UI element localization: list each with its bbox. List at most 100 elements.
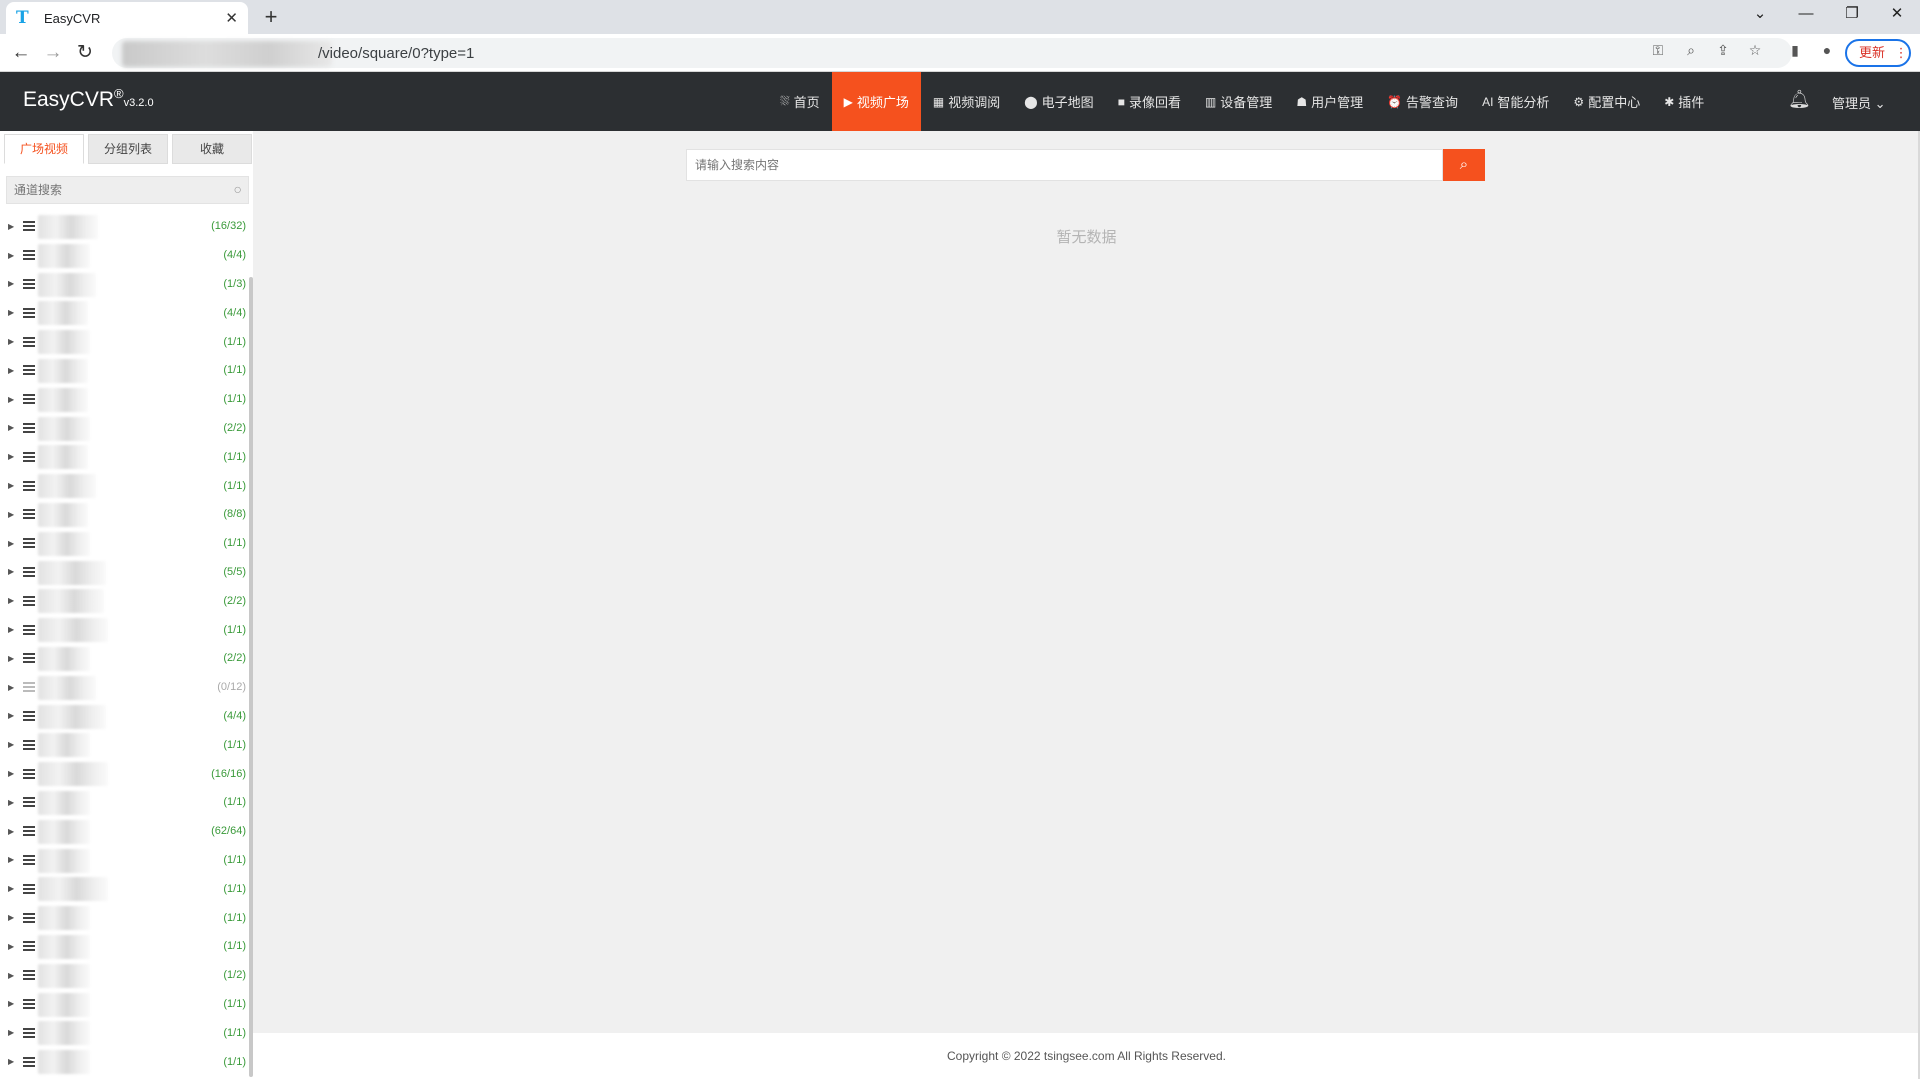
tree-node[interactable]: ▶ (1/1) bbox=[0, 788, 248, 817]
expand-caret-icon[interactable]: ▶ bbox=[8, 913, 14, 922]
nav-item-5[interactable]: ▥ 设备管理 bbox=[1193, 72, 1284, 131]
tree-node[interactable]: ▶ (1/1) bbox=[0, 932, 248, 961]
tab-group-list[interactable]: 分组列表 bbox=[88, 134, 168, 164]
tree-node[interactable]: ▶ (16/32) bbox=[0, 212, 248, 241]
tree-node[interactable]: ▶ (1/1) bbox=[0, 1018, 248, 1047]
nav-item-6[interactable]: ☗ 用户管理 bbox=[1284, 72, 1375, 131]
expand-caret-icon[interactable]: ▶ bbox=[8, 366, 14, 375]
restore-icon[interactable]: ❐ bbox=[1829, 0, 1875, 30]
tree-node[interactable]: ▶ (1/1) bbox=[0, 874, 248, 903]
expand-caret-icon[interactable]: ▶ bbox=[8, 625, 14, 634]
profile-avatar-icon[interactable]: ● bbox=[1816, 42, 1838, 58]
dashboard-icon: ⛆ bbox=[780, 94, 790, 108]
expand-caret-icon[interactable]: ▶ bbox=[8, 279, 14, 288]
expand-caret-icon[interactable]: ▶ bbox=[8, 654, 14, 663]
tree-node[interactable]: ▶ (62/64) bbox=[0, 817, 248, 846]
tree-node[interactable]: ▶ (1/1) bbox=[0, 846, 248, 875]
key-icon[interactable]: ⚿ bbox=[1647, 42, 1669, 59]
tree-node[interactable]: ▶ (1/1) bbox=[0, 327, 248, 356]
tree-node[interactable]: ▶ (1/2) bbox=[0, 961, 248, 990]
nav-item-9[interactable]: ⚙ 配置中心 bbox=[1561, 72, 1652, 131]
tree-node[interactable]: ▶ (1/1) bbox=[0, 385, 248, 414]
tree-node[interactable]: ▶ (1/1) bbox=[0, 730, 248, 759]
expand-caret-icon[interactable]: ▶ bbox=[8, 423, 14, 432]
expand-caret-icon[interactable]: ▶ bbox=[8, 769, 14, 778]
update-button[interactable]: 更新 ⋮ bbox=[1845, 39, 1911, 67]
forward-arrow-icon[interactable]: → bbox=[38, 38, 68, 68]
tree-node[interactable]: ▶ (1/1) bbox=[0, 1047, 248, 1076]
admin-menu[interactable]: 管理员 ⌄ bbox=[1832, 93, 1886, 112]
expand-caret-icon[interactable]: ▶ bbox=[8, 567, 14, 576]
nav-item-3[interactable]: ⬤ 电子地图 bbox=[1012, 72, 1105, 131]
expand-caret-icon[interactable]: ▶ bbox=[8, 683, 14, 692]
search-icon[interactable]: ○ bbox=[234, 181, 242, 197]
reload-icon[interactable]: ↻ bbox=[70, 38, 100, 68]
back-arrow-icon[interactable]: ← bbox=[6, 38, 36, 68]
tree-node[interactable]: ▶ (4/4) bbox=[0, 702, 248, 731]
window-close-icon[interactable]: ✕ bbox=[1874, 0, 1920, 30]
tree-node[interactable]: ▶ (4/4) bbox=[0, 241, 248, 270]
nav-item-0[interactable]: ⛆ 首页 bbox=[768, 72, 832, 131]
tree-node[interactable]: ▶ (1/1) bbox=[0, 615, 248, 644]
tree-node[interactable]: ▶ (5/5) bbox=[0, 558, 248, 587]
tree-node[interactable]: ▶ (4/4) bbox=[0, 298, 248, 327]
expand-caret-icon[interactable]: ▶ bbox=[8, 510, 14, 519]
new-tab-plus-icon[interactable]: + bbox=[258, 4, 284, 30]
expand-caret-icon[interactable]: ▶ bbox=[8, 1028, 14, 1037]
close-icon[interactable]: ✕ bbox=[225, 9, 238, 27]
minimize-icon[interactable]: — bbox=[1783, 0, 1829, 30]
tree-node[interactable]: ▶ (1/1) bbox=[0, 903, 248, 932]
tree-node[interactable]: ▶ (2/2) bbox=[0, 414, 248, 443]
tree-node[interactable]: ▶ (8/8) bbox=[0, 500, 248, 529]
expand-caret-icon[interactable]: ▶ bbox=[8, 740, 14, 749]
search-button[interactable]: ⌕ bbox=[1443, 149, 1485, 181]
zoom-icon[interactable]: ⌕ bbox=[1680, 42, 1702, 59]
tree-node[interactable]: ▶ (1/1) bbox=[0, 990, 248, 1019]
expand-caret-icon[interactable]: ▶ bbox=[8, 884, 14, 893]
tree-node[interactable]: ▶ (1/3) bbox=[0, 270, 248, 299]
expand-caret-icon[interactable]: ▶ bbox=[8, 452, 14, 461]
nav-item-7[interactable]: ⏰ 告警查询 bbox=[1375, 72, 1470, 131]
share-icon[interactable]: ⇪ bbox=[1712, 42, 1734, 59]
tab-square-video[interactable]: 广场视频 bbox=[4, 134, 84, 164]
tree-node[interactable]: ▶ (1/1) bbox=[0, 471, 248, 500]
expand-caret-icon[interactable]: ▶ bbox=[8, 971, 14, 980]
tree-node[interactable]: ▶ (1/1) bbox=[0, 529, 248, 558]
tree-node[interactable]: ▶ (2/2) bbox=[0, 586, 248, 615]
tree-node[interactable]: ▶ (16/16) bbox=[0, 759, 248, 788]
nav-item-4[interactable]: ■ 录像回看 bbox=[1106, 72, 1193, 131]
side-panel-icon[interactable]: ▮ bbox=[1784, 42, 1806, 59]
expand-caret-icon[interactable]: ▶ bbox=[8, 308, 14, 317]
expand-caret-icon[interactable]: ▶ bbox=[8, 1057, 14, 1066]
expand-caret-icon[interactable]: ▶ bbox=[8, 222, 14, 231]
tree-node[interactable]: ▶ (2/2) bbox=[0, 644, 248, 673]
nav-item-8[interactable]: AI 智能分析 bbox=[1470, 72, 1561, 131]
nav-item-1[interactable]: ▶ 视频广场 bbox=[831, 72, 921, 131]
bell-icon[interactable]: 🔔︎ bbox=[1788, 89, 1811, 110]
browser-tab[interactable]: T EasyCVR ✕ bbox=[6, 2, 248, 34]
expand-caret-icon[interactable]: ▶ bbox=[8, 596, 14, 605]
tree-node[interactable]: ▶ (1/1) bbox=[0, 442, 248, 471]
tab-search-chevron-icon[interactable]: ⌄ bbox=[1737, 0, 1783, 30]
channel-search-input[interactable] bbox=[7, 177, 217, 203]
tab-favorites[interactable]: 收藏 bbox=[172, 134, 252, 164]
expand-caret-icon[interactable]: ▶ bbox=[8, 337, 14, 346]
address-bar[interactable]: /video/square/0?type=1 bbox=[112, 38, 1792, 68]
expand-caret-icon[interactable]: ▶ bbox=[8, 942, 14, 951]
expand-caret-icon[interactable]: ▶ bbox=[8, 395, 14, 404]
tree-node[interactable]: ▶ (1/1) bbox=[0, 356, 248, 385]
expand-caret-icon[interactable]: ▶ bbox=[8, 798, 14, 807]
expand-caret-icon[interactable]: ▶ bbox=[8, 855, 14, 864]
tree-node[interactable]: ▶ (0/12) bbox=[0, 673, 248, 702]
nav-item-10[interactable]: ✱ 插件 bbox=[1652, 72, 1716, 131]
expand-caret-icon[interactable]: ▶ bbox=[8, 711, 14, 720]
bookmark-star-icon[interactable]: ☆ bbox=[1744, 42, 1766, 59]
expand-caret-icon[interactable]: ▶ bbox=[8, 251, 14, 260]
content-search-input[interactable] bbox=[686, 149, 1443, 181]
expand-caret-icon[interactable]: ▶ bbox=[8, 827, 14, 836]
brand-logo[interactable]: EasyCVR®v3.2.0 bbox=[23, 86, 154, 112]
expand-caret-icon[interactable]: ▶ bbox=[8, 999, 14, 1008]
expand-caret-icon[interactable]: ▶ bbox=[8, 539, 14, 548]
nav-item-2[interactable]: ▦ 视频调阅 bbox=[921, 72, 1012, 131]
expand-caret-icon[interactable]: ▶ bbox=[8, 481, 14, 490]
